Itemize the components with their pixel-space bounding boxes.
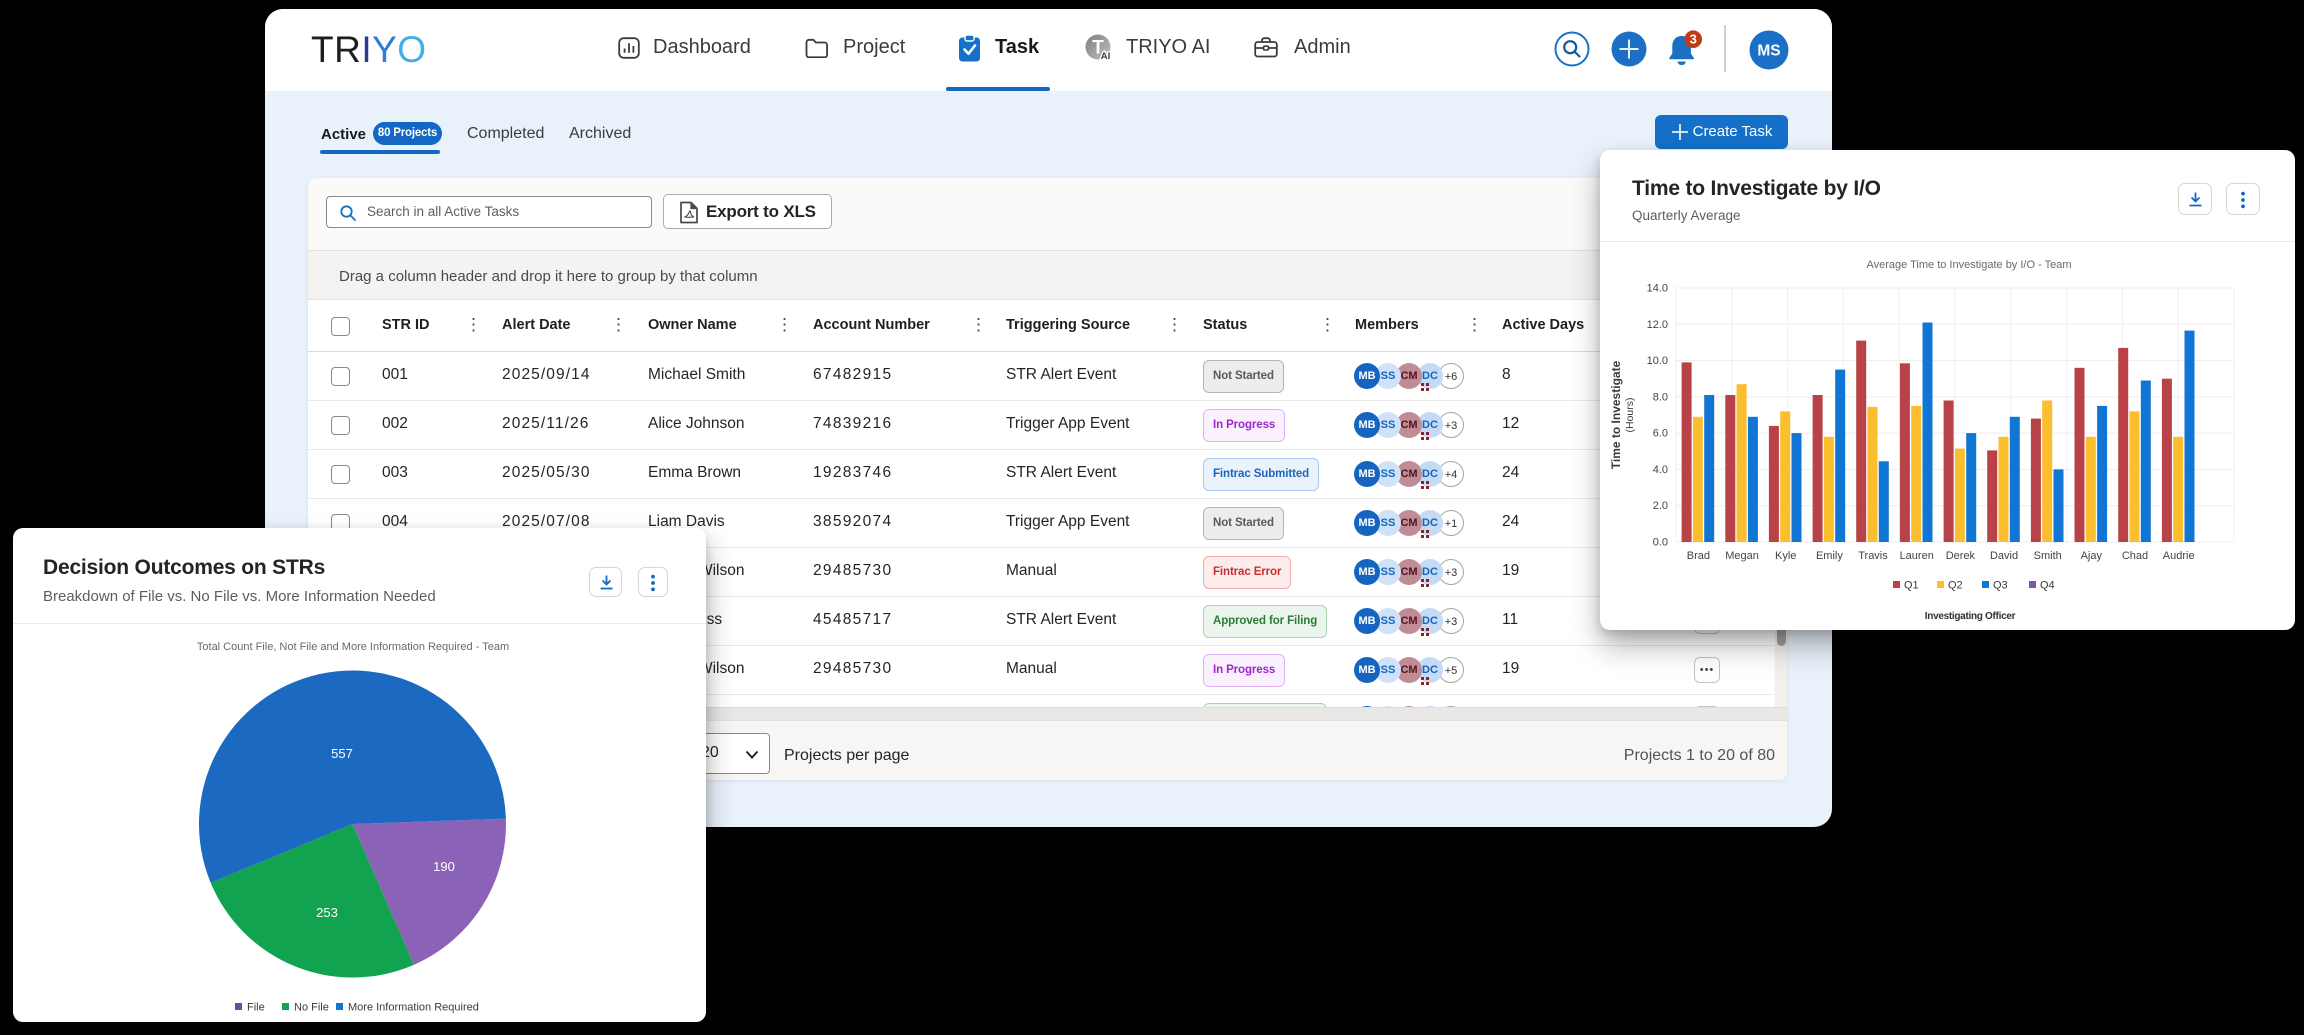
- svg-text:12.0: 12.0: [1647, 319, 1668, 331]
- svg-text:Q3: Q3: [1993, 580, 2008, 592]
- svg-text:Chad: Chad: [2122, 550, 2148, 562]
- svg-text:Total Count File, Not File and: Total Count File, Not File and More Info…: [197, 641, 509, 653]
- svg-text:More Information Required: More Information Required: [348, 1002, 479, 1014]
- svg-text:Audrie: Audrie: [2163, 550, 2195, 562]
- svg-text:3: 3: [1690, 32, 1697, 47]
- svg-text:4.0: 4.0: [1653, 464, 1668, 476]
- svg-text:2.0: 2.0: [1653, 500, 1668, 512]
- svg-text:Smith: Smith: [2034, 550, 2062, 562]
- svg-text:557: 557: [331, 746, 353, 761]
- svg-text:AI: AI: [1101, 51, 1111, 62]
- svg-text:Ajay: Ajay: [2081, 550, 2103, 562]
- svg-text:Emily: Emily: [1816, 550, 1843, 562]
- svg-text:Q1: Q1: [1904, 580, 1919, 592]
- svg-text:Megan: Megan: [1725, 550, 1759, 562]
- svg-text:File: File: [247, 1002, 265, 1014]
- svg-text:Brad: Brad: [1687, 550, 1710, 562]
- svg-text:Kyle: Kyle: [1775, 550, 1796, 562]
- svg-text:Investigating Officer: Investigating Officer: [1925, 611, 2016, 622]
- svg-text:6.0: 6.0: [1653, 428, 1668, 440]
- svg-text:10.0: 10.0: [1647, 355, 1668, 367]
- svg-text:(Hours): (Hours): [1624, 397, 1636, 432]
- svg-text:253: 253: [316, 905, 338, 920]
- svg-text:Time to Investigate: Time to Investigate: [1609, 360, 1623, 469]
- svg-text:190: 190: [433, 859, 455, 874]
- svg-text:8.0: 8.0: [1653, 391, 1668, 403]
- svg-text:Q4: Q4: [2040, 580, 2055, 592]
- svg-text:MS: MS: [1757, 43, 1780, 60]
- svg-text:14.0: 14.0: [1647, 283, 1668, 295]
- svg-text:Derek: Derek: [1946, 550, 1976, 562]
- svg-text:David: David: [1990, 550, 2018, 562]
- svg-text:0.0: 0.0: [1653, 537, 1668, 549]
- svg-text:Lauren: Lauren: [1900, 550, 1934, 562]
- svg-text:No File: No File: [294, 1002, 329, 1014]
- svg-text:Average Time to Investigate by: Average Time to Investigate by I/O - Tea…: [1866, 259, 2071, 271]
- svg-text:Q2: Q2: [1948, 580, 1963, 592]
- svg-text:Travis: Travis: [1858, 550, 1888, 562]
